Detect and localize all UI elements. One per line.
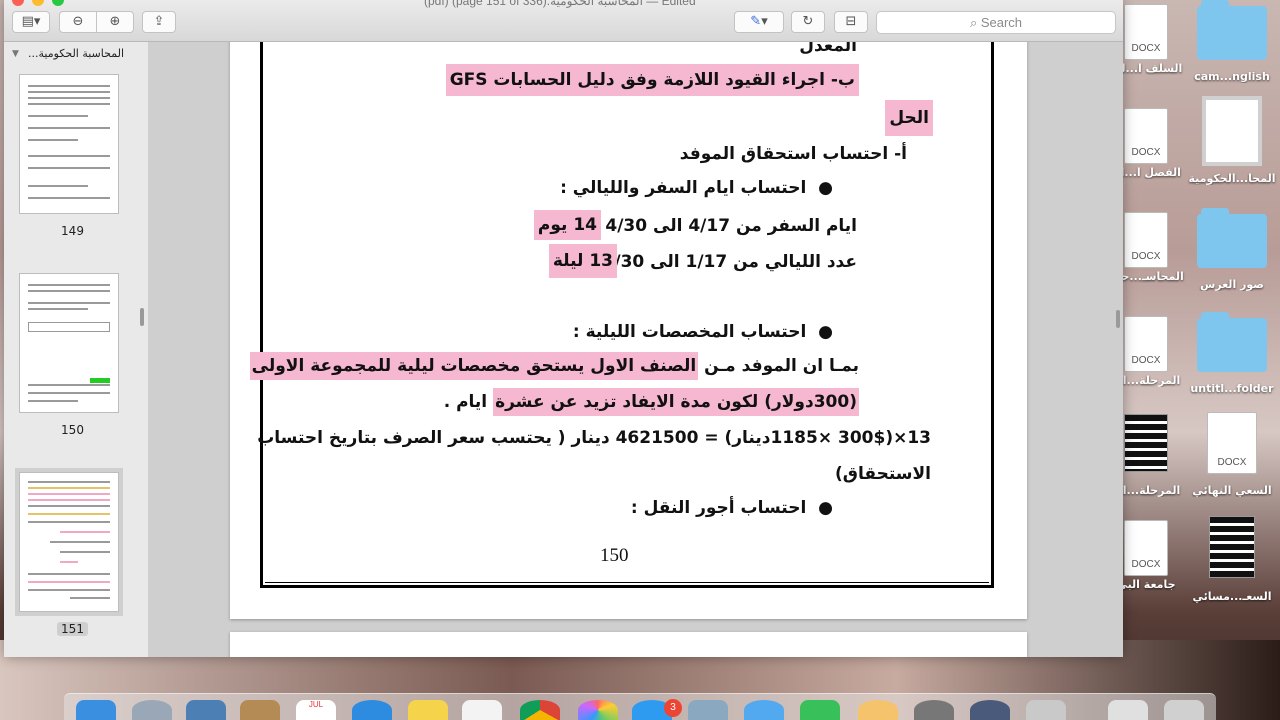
downloads-stack-icon[interactable] bbox=[1108, 700, 1148, 720]
desktop-folder-icon[interactable]: صور العرس bbox=[1186, 208, 1278, 291]
pdf-icon bbox=[1202, 96, 1262, 166]
desktop-pdf-icon[interactable]: السعـ...مسائي bbox=[1186, 516, 1278, 603]
page-footer-number: 150 bbox=[600, 545, 629, 566]
toolbox-button[interactable]: ⊟ bbox=[834, 11, 868, 33]
desktop-folder-icon[interactable]: cam...nglish bbox=[1186, 0, 1278, 83]
launchpad-icon[interactable] bbox=[132, 700, 172, 720]
toolbox-icon: ⊟ bbox=[845, 14, 857, 29]
thumbnail-sidebar: ▼ المحاسبة الحكومية... 149 150 151 bbox=[4, 42, 149, 657]
facetime-icon[interactable] bbox=[800, 700, 840, 720]
preview-document-icon[interactable] bbox=[1026, 700, 1066, 720]
doc-heading-b: ب- اجراء القيود اللازمة وفق دليل الحسابا… bbox=[445, 64, 859, 96]
zoom-in-button[interactable]: ⊕ bbox=[96, 11, 134, 33]
docx-icon: DOCX bbox=[1207, 412, 1257, 474]
contacts-icon[interactable] bbox=[240, 700, 280, 720]
notification-badge: 3 bbox=[664, 699, 682, 717]
document-scrollbar[interactable] bbox=[1116, 310, 1120, 328]
document-view[interactable]: المعدل ب- اجراء القيود اللازمة وفق دليل … bbox=[149, 42, 1123, 657]
finder-icon[interactable] bbox=[76, 700, 116, 720]
folder-icon bbox=[1197, 0, 1267, 60]
minimize-window-icon[interactable] bbox=[32, 0, 44, 6]
docx-icon: DOCX bbox=[1124, 108, 1168, 164]
page-border bbox=[260, 42, 994, 588]
system-preferences-icon[interactable] bbox=[914, 700, 954, 720]
markup-button[interactable]: ✎▾ bbox=[734, 11, 784, 33]
doc-bullet: ● احتساب المخصصات الليلية : bbox=[572, 322, 833, 342]
page-thumbnail-selected[interactable] bbox=[15, 468, 123, 616]
notes-icon[interactable] bbox=[408, 700, 448, 720]
trash-icon[interactable] bbox=[1164, 700, 1204, 720]
desktop-file-icon[interactable]: DOCX السعي النهائي bbox=[1186, 412, 1278, 497]
doc-days-line: ايام السفر من 4/17 الى 4/30 bbox=[605, 216, 857, 236]
zoom-out-button[interactable]: ⊖ bbox=[59, 11, 97, 33]
docx-icon: DOCX bbox=[1124, 316, 1168, 372]
page-thumbnail[interactable] bbox=[19, 74, 119, 214]
doc-nights-value: 13 ليلة bbox=[548, 244, 617, 278]
pdf-page: المعدل ب- اجراء القيود اللازمة وفق دليل … bbox=[230, 42, 1027, 619]
zoom-in-icon: ⊕ bbox=[109, 14, 121, 29]
page-number-label: 150 bbox=[61, 423, 84, 437]
window-toolbar: (pdf) (page 151 of 336).المحاسبة الحكومي… bbox=[4, 0, 1123, 42]
pdf-page-next bbox=[230, 632, 1027, 657]
doc-nights-line: عدد الليالي من 1/17 الى 4/30 bbox=[602, 252, 857, 272]
zoom-out-icon: ⊖ bbox=[72, 14, 84, 29]
doc-heading-a: أ- احتساب استحقاق الموفد bbox=[679, 144, 907, 164]
desktop-pdf-icon[interactable]: المحا...الحكومية bbox=[1186, 96, 1278, 185]
doc-line: المعدل bbox=[799, 42, 857, 56]
sidebar-scrollbar[interactable] bbox=[140, 308, 144, 326]
page-number-label-selected: 151 bbox=[4, 622, 141, 636]
doc-paragraph: (300دولار) لكون مدة الايفاد تزيد عن عشرة… bbox=[444, 388, 859, 416]
mail-icon[interactable] bbox=[186, 700, 226, 720]
ibooks-icon[interactable] bbox=[858, 700, 898, 720]
spreadsheet-icon bbox=[1124, 414, 1168, 472]
markup-pen-icon: ✎ bbox=[750, 14, 762, 29]
doc-bullet: ● احتساب ايام السفر والليالي : bbox=[560, 178, 833, 198]
doc-calculation: الاستحقاق) bbox=[835, 464, 931, 484]
rotate-icon: ↻ bbox=[802, 14, 814, 29]
calendar-icon[interactable]: JUL bbox=[296, 700, 336, 720]
window-title: (pdf) (page 151 of 336).المحاسبة الحكومي… bbox=[424, 0, 696, 8]
page-thumbnail[interactable] bbox=[19, 273, 119, 413]
pdf-icon bbox=[1209, 516, 1255, 578]
chrome-icon[interactable] bbox=[520, 700, 560, 720]
preview-window: (pdf) (page 151 of 336).المحاسبة الحكومي… bbox=[4, 0, 1123, 657]
messages-icon[interactable] bbox=[744, 700, 784, 720]
share-button[interactable]: ⇪ bbox=[142, 11, 176, 33]
docx-icon: DOCX bbox=[1124, 520, 1168, 576]
page-number-label: 149 bbox=[61, 224, 84, 238]
docx-icon: DOCX bbox=[1124, 4, 1168, 60]
quicktime-icon[interactable] bbox=[970, 700, 1010, 720]
sidebar-toggle-button[interactable]: ▤▾ bbox=[12, 11, 50, 33]
doc-paragraph: بمـا ان الموفد مـن الصنف الاول يستحق مخص… bbox=[249, 352, 859, 380]
doc-calculation: 13×(300$ ×1185دينار) = 4621500 دينار ( ي… bbox=[257, 428, 931, 448]
zoom-window-icon[interactable] bbox=[52, 0, 64, 6]
desktop-folder-icon[interactable]: untitl...folder bbox=[1186, 312, 1278, 395]
rotate-button[interactable]: ↻ bbox=[791, 11, 825, 33]
safari-icon[interactable] bbox=[352, 700, 392, 720]
search-icon: ⌕ bbox=[969, 15, 978, 30]
search-field[interactable]: ⌕ Search bbox=[876, 11, 1116, 34]
preview-app-icon[interactable] bbox=[688, 700, 728, 720]
sidebar-document-title: المحاسبة الحكومية... bbox=[27, 47, 124, 60]
doc-solution-label: الحل bbox=[885, 100, 933, 136]
doc-days-value: 14 يوم bbox=[533, 210, 601, 240]
close-window-icon[interactable] bbox=[12, 0, 24, 6]
folder-icon bbox=[1197, 208, 1267, 268]
share-icon: ⇪ bbox=[153, 14, 165, 29]
sidebar-toggle-icon: ▤▾ bbox=[21, 14, 41, 29]
reminders-icon[interactable] bbox=[462, 700, 502, 720]
photos-icon[interactable] bbox=[578, 700, 618, 720]
doc-bullet: ● احتساب أجور النقل : bbox=[630, 498, 833, 518]
docx-icon: DOCX bbox=[1124, 212, 1168, 268]
folder-icon bbox=[1197, 312, 1267, 372]
